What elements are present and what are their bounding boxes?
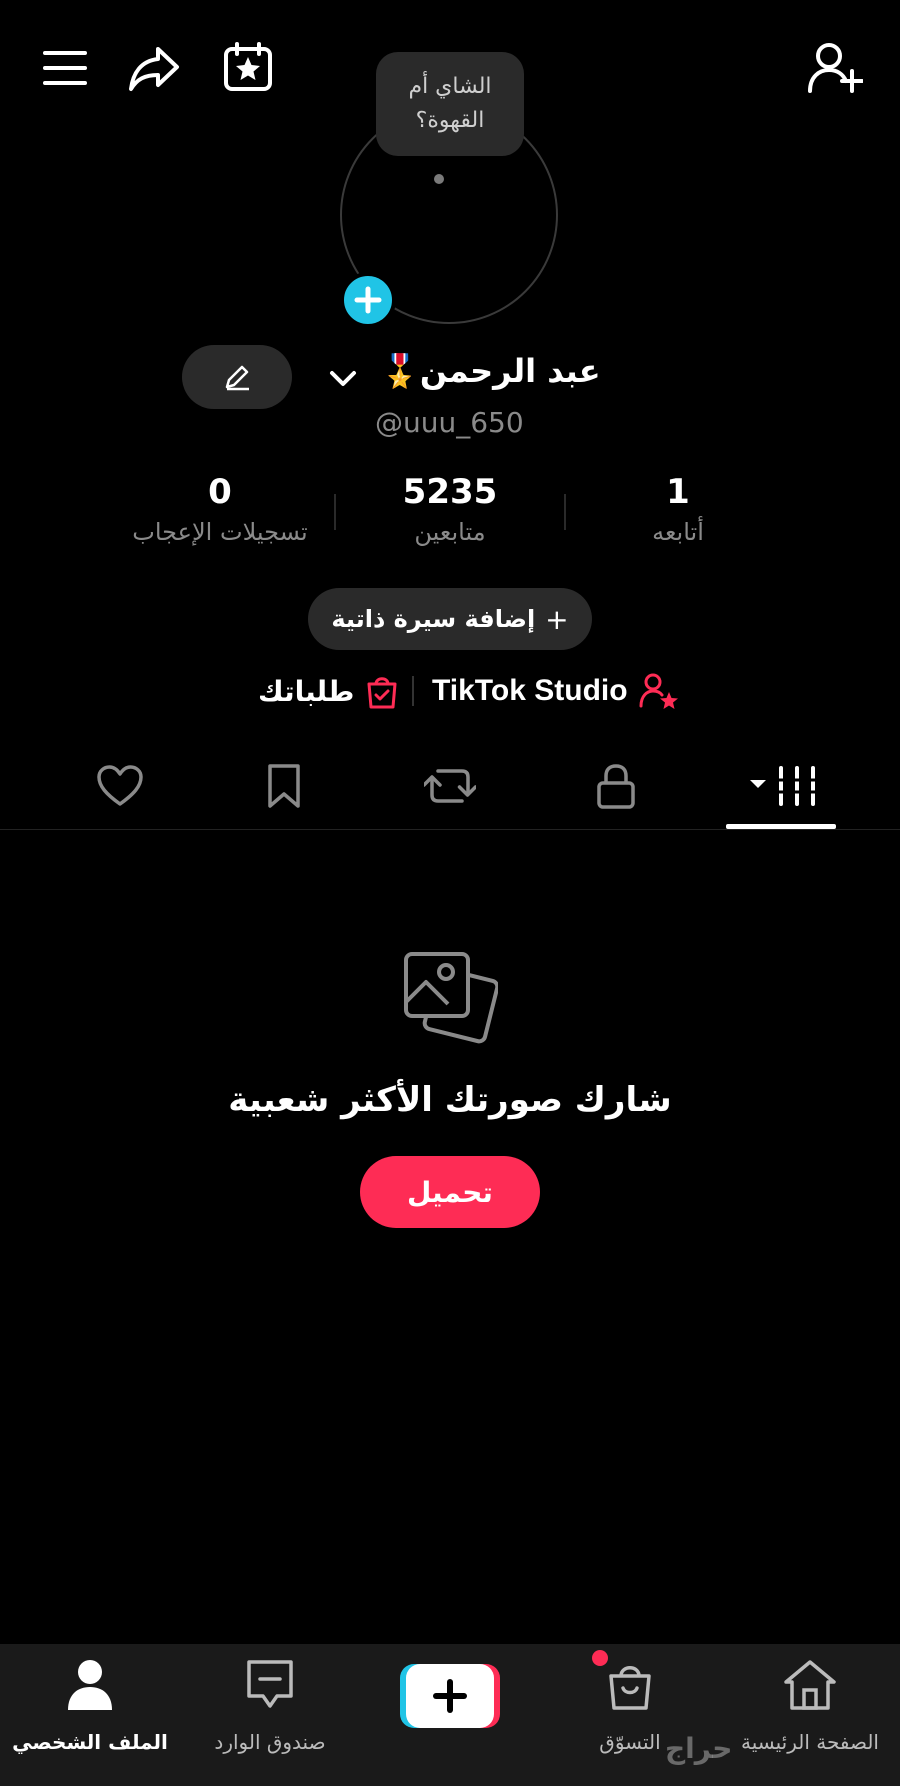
account-switch-button[interactable]	[326, 362, 360, 396]
nav-home[interactable]: الصفحة الرئيسية	[720, 1644, 900, 1786]
upload-button[interactable]: تحميل	[360, 1156, 540, 1228]
nav-create[interactable]	[360, 1644, 540, 1786]
username: @uuu_650	[375, 406, 524, 439]
followers-label: متابعين	[414, 518, 486, 546]
tab-saved[interactable]	[252, 756, 316, 816]
tab-reposts[interactable]	[418, 756, 482, 816]
tab-videos[interactable]	[740, 756, 824, 816]
following-stat[interactable]: 1 أتابعه	[558, 472, 798, 546]
studio-label: TikTok Studio	[432, 674, 628, 707]
edit-profile-button[interactable]	[182, 345, 292, 409]
menu-icon	[43, 51, 87, 85]
orders-label: طلباتك	[258, 674, 355, 708]
following-count: 1	[666, 472, 690, 512]
calendar-button[interactable]	[220, 40, 276, 94]
empty-state-title: شارك صورتك الأكثر شعبية	[228, 1080, 672, 1120]
inbox-icon	[247, 1660, 293, 1708]
note-line-2: القهوة؟	[415, 108, 485, 133]
menu-button[interactable]	[38, 44, 92, 92]
link-divider	[412, 676, 414, 706]
add-photo-button[interactable]	[340, 272, 396, 328]
repost-icon	[424, 769, 476, 803]
profile-icon	[68, 1660, 112, 1710]
nav-inbox-label: صندوق الوارد	[214, 1730, 326, 1754]
home-icon	[784, 1660, 836, 1710]
note-bubble[interactable]: الشاي أم القهوة؟	[376, 52, 524, 156]
calendar-star-icon	[224, 42, 272, 91]
studio-link[interactable]: TikTok Studio	[432, 666, 680, 716]
likes-stat[interactable]: 0 تسجيلات الإعجاب	[100, 472, 340, 546]
shopping-bag-icon	[609, 1666, 651, 1710]
nav-profile[interactable]: الملف الشخصي	[0, 1644, 180, 1786]
likes-count: 0	[208, 472, 232, 512]
tabs-divider	[0, 829, 900, 830]
heart-icon	[97, 765, 143, 806]
watermark: حراج	[665, 1732, 733, 1765]
chevron-down-icon	[330, 371, 356, 386]
nav-home-label: الصفحة الرئيسية	[741, 1730, 879, 1754]
active-tab-indicator	[726, 824, 836, 829]
tab-private[interactable]	[584, 756, 648, 816]
add-bio-button[interactable]: + إضافة سيرة ذاتية	[308, 588, 592, 650]
bookmark-icon	[268, 764, 300, 808]
nav-inbox[interactable]: صندوق الوارد	[180, 1644, 360, 1786]
note-line-1: الشاي أم	[408, 74, 492, 99]
grid-icon	[750, 766, 818, 806]
plus-icon	[354, 286, 382, 314]
create-plus-icon	[400, 1664, 500, 1728]
note-pointer	[434, 174, 444, 184]
plus-icon: +	[545, 602, 569, 636]
nav-profile-label: الملف الشخصي	[12, 1730, 168, 1754]
pencil-icon	[225, 365, 249, 391]
add-friend-button[interactable]	[806, 40, 864, 96]
bottom-nav: الملف الشخصي صندوق الوارد التسوّق الصفحة…	[0, 1644, 900, 1786]
followers-stat[interactable]: 5235 متابعين	[330, 472, 570, 546]
notification-dot	[592, 1650, 608, 1666]
following-label: أتابعه	[652, 518, 704, 546]
lock-icon	[597, 764, 635, 809]
likes-label: تسجيلات الإعجاب	[132, 518, 308, 546]
orders-link[interactable]: طلباتك	[258, 666, 400, 716]
tab-liked[interactable]	[88, 758, 152, 814]
add-user-icon	[808, 43, 863, 93]
followers-count: 5235	[402, 472, 498, 512]
display-name: عبد الرحمن🎖️	[380, 352, 601, 390]
share-button[interactable]	[126, 42, 182, 94]
creator-star-icon	[639, 673, 678, 709]
shopping-bag-icon	[367, 677, 397, 709]
share-icon	[129, 47, 179, 91]
add-bio-label: إضافة سيرة ذاتية	[331, 605, 536, 633]
photos-icon	[402, 950, 498, 1046]
